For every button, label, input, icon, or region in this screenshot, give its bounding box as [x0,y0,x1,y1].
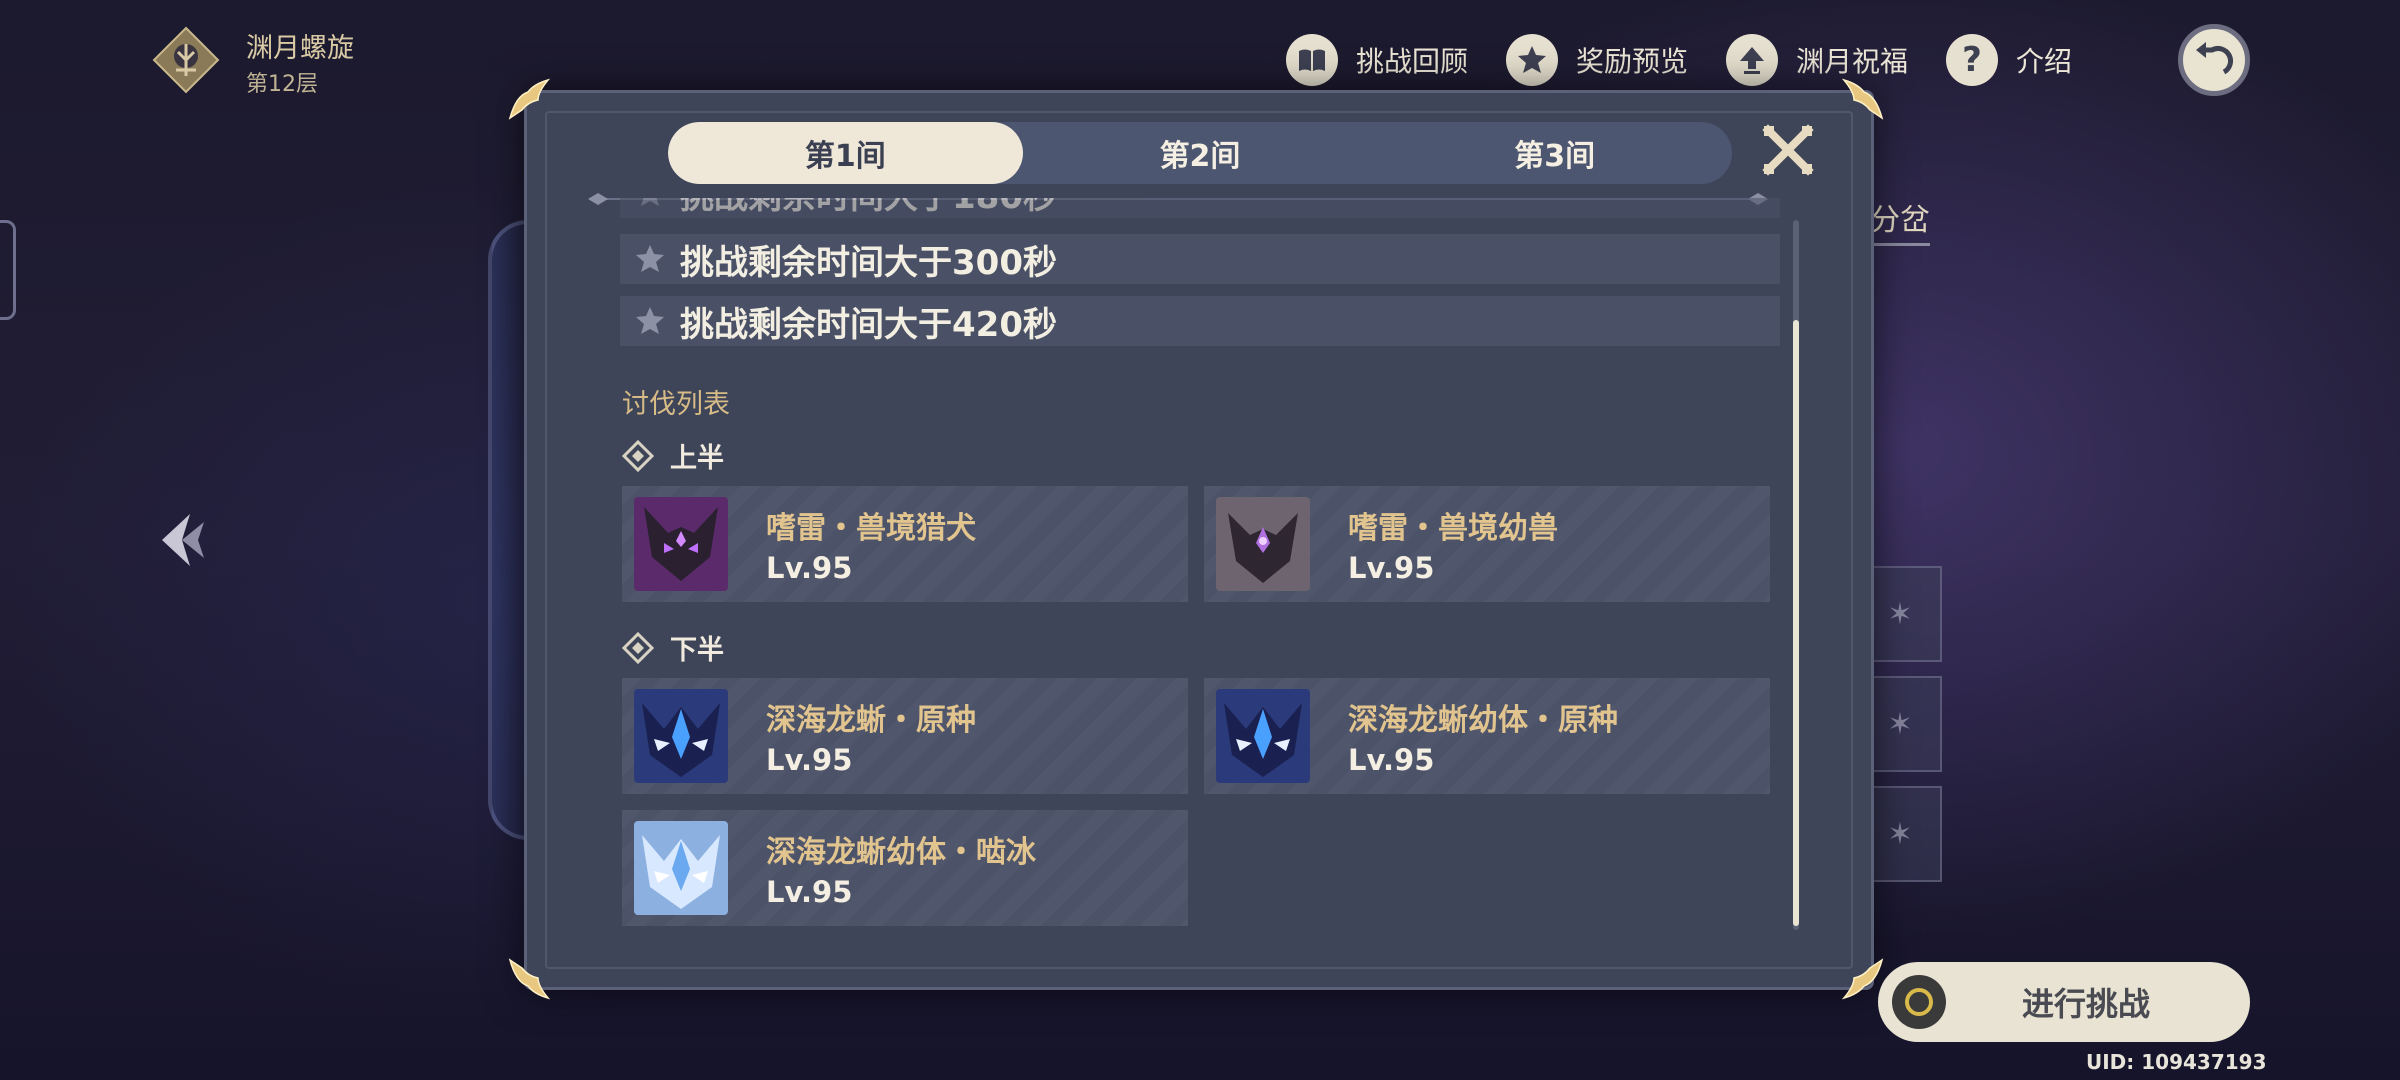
tab-chamber-1[interactable]: 第1间 [668,122,1023,184]
challenge-review-label: 挑战回顾 [1356,45,1469,78]
enemy-name: 嗜雷・兽境幼兽 [1348,511,1558,546]
intro-label: 介绍 [2016,45,2073,78]
tab-chamber-3[interactable]: 第3间 [1377,122,1732,184]
first-half-title: 上半 [670,443,724,474]
dialog-corner-ornament-icon [508,78,550,120]
first-half-header: 上半 [622,436,724,475]
second-half-title: 下半 [670,635,724,666]
intro-button[interactable]: ? 介绍 [1946,34,2072,86]
close-icon[interactable] [1762,124,1814,176]
condition-text: 挑战剩余时间大于180秒 [680,198,1057,218]
second-half-header: 下半 [622,628,724,667]
enemy-level: Lv.95 [1348,551,1435,585]
background-branch-tab: 分岔 [1870,195,1930,246]
enemy-name: 深海龙蜥・原种 [766,703,976,738]
tab-chamber-2[interactable]: 第2间 [1023,122,1378,184]
question-icon: ? [1946,34,1999,86]
scrollbar-thumb[interactable] [1793,320,1799,926]
user-id: UID: 109437193 [2086,1050,2267,1074]
dialog-corner-ornament-icon [1842,78,1884,120]
upgrade-arrow-icon [1726,34,1779,86]
enemy-level: Lv.95 [766,551,853,585]
enemy-level: Lv.95 [1348,743,1435,777]
challenge-review-button[interactable]: 挑战回顾 [1286,34,1468,86]
star-badge-icon [1506,34,1559,86]
abyss-blessing-label: 渊月祝福 [1796,45,1909,78]
back-arrow-icon [2196,42,2234,75]
book-icon [1286,34,1338,86]
enemy-level: Lv.95 [766,875,853,909]
star-icon [641,198,659,206]
enemy-card[interactable]: 深海龙蜥・原种 Lv.95 [622,678,1188,794]
enemy-name: 深海龙蜥幼体・啮冰 [766,835,1036,870]
star-icon [636,245,664,272]
chamber-details-scroll[interactable]: 挑战剩余时间大于180秒 挑战剩余时间大于300秒 挑战剩余时间大于420秒 讨… [620,198,1780,936]
enemy-card[interactable]: 深海龙蜥幼体・啮冰 Lv.95 [622,810,1188,926]
enemy-card[interactable]: 嗜雷・兽境猎犬 Lv.95 [622,486,1188,602]
rifthound-avatar-icon [634,497,728,591]
condition-text: 挑战剩余时间大于420秒 [680,304,1057,345]
condition-text: 挑战剩余时间大于300秒 [680,242,1057,283]
side-edge-decoration [0,220,16,320]
previous-chamber-arrow-icon[interactable] [160,512,206,568]
confirm-circle-icon [1892,975,1946,1029]
diamond-icon [622,631,654,664]
cryo-vishap-hatchling-avatar-icon [634,821,728,915]
condition-row: 挑战剩余时间大于420秒 [620,296,1780,346]
top-menu: 挑战回顾 奖励预览 渊月祝福 ? 介绍 [1286,34,2110,86]
diamond-icon [622,439,654,472]
floor-number: 第12层 [246,72,318,97]
floor-title: 渊月螺旋 [246,33,354,64]
vishap-hatchling-avatar-icon [1216,689,1310,783]
reward-preview-label: 奖励预览 [1576,45,1689,78]
start-challenge-label: 进行挑战 [2022,985,2151,1023]
condition-row: 挑战剩余时间大于300秒 [620,234,1780,284]
back-button[interactable] [2178,24,2250,96]
enemy-level: Lv.95 [766,743,853,777]
abyss-floor-emblem-icon [152,26,220,94]
enemy-list-title: 讨伐列表 [622,389,730,420]
confirm-ring [1905,988,1933,1016]
enemy-name: 深海龙蜥幼体・原种 [1348,703,1618,738]
enemy-name: 嗜雷・兽境猎犬 [766,511,976,546]
star-icon [636,307,664,334]
condition-row: 挑战剩余时间大于180秒 [620,198,1780,218]
dialog-corner-ornament-icon [508,958,550,1000]
rifthound-whelp-avatar-icon [1216,497,1310,591]
start-challenge-button[interactable]: 进行挑战 [1878,962,2250,1042]
enemy-card[interactable]: 嗜雷・兽境幼兽 Lv.95 [1204,486,1770,602]
reward-preview-button[interactable]: 奖励预览 [1506,34,1688,86]
chamber-tabs: 第1间 第2间 第3间 [668,122,1732,184]
enemy-card[interactable]: 深海龙蜥幼体・原种 Lv.95 [1204,678,1770,794]
abyssal-vishap-avatar-icon [634,689,728,783]
